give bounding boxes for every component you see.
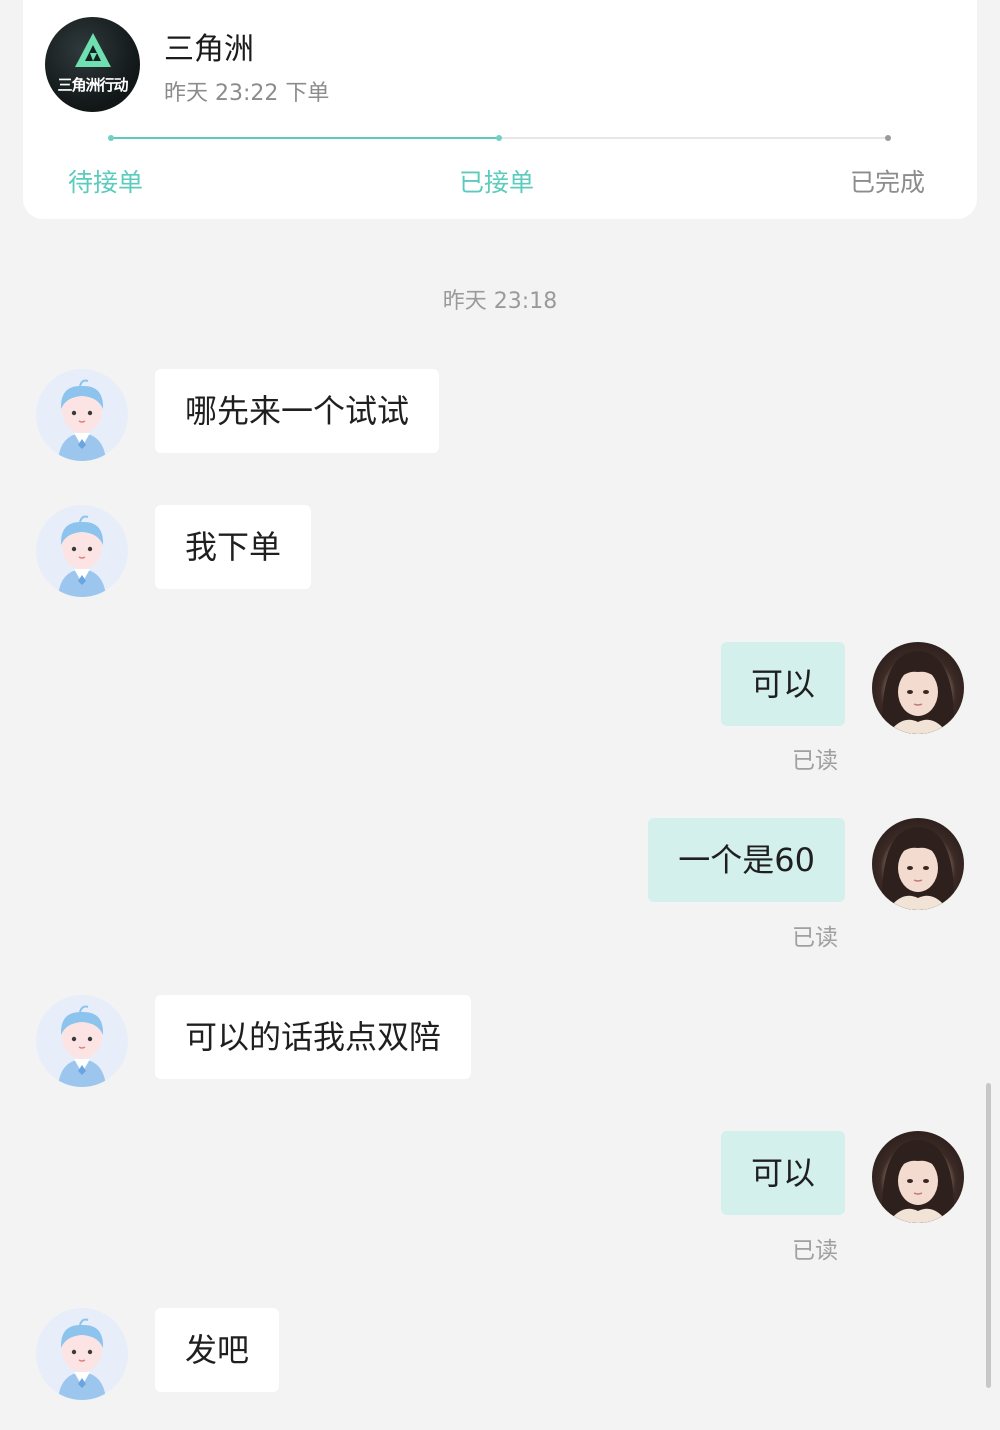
message-bubble-incoming[interactable]: 发吧 bbox=[155, 1308, 280, 1392]
step-pending: 待接单 bbox=[68, 168, 144, 197]
user-avatar-icon bbox=[58, 1318, 106, 1400]
message-bubble-outgoing[interactable]: 一个是60 bbox=[648, 818, 845, 902]
user-avatar[interactable] bbox=[36, 369, 128, 461]
message-bubble-incoming[interactable]: 哪先来一个试试 bbox=[155, 369, 440, 453]
user-avatar-icon bbox=[58, 379, 106, 461]
self-avatar[interactable] bbox=[872, 818, 964, 910]
user-avatar[interactable] bbox=[36, 995, 128, 1087]
profile-photo-icon bbox=[881, 1140, 955, 1223]
message-bubble-incoming[interactable]: 可以的话我点双陪 bbox=[155, 995, 472, 1079]
step-accepted: 已接单 bbox=[459, 168, 535, 197]
message-bubble-outgoing[interactable]: 可以 bbox=[720, 642, 845, 726]
user-avatar[interactable] bbox=[36, 505, 128, 597]
progress-dot-pending bbox=[108, 135, 114, 141]
progress-dot-completed bbox=[885, 135, 891, 141]
game-logo-icon: 三角洲行动 bbox=[45, 17, 140, 112]
read-receipt: 已读 bbox=[792, 1238, 838, 1264]
message-bubble-outgoing[interactable]: 可以 bbox=[720, 1131, 845, 1215]
order-progress-fill bbox=[111, 137, 500, 139]
game-name: 三角洲 bbox=[164, 32, 254, 67]
order-time: 昨天 23:22 下单 bbox=[164, 81, 330, 106]
user-avatar[interactable] bbox=[36, 1308, 128, 1400]
self-avatar[interactable] bbox=[872, 642, 964, 734]
read-receipt: 已读 bbox=[792, 925, 838, 951]
chat-scrollbar[interactable] bbox=[986, 1083, 991, 1388]
read-receipt: 已读 bbox=[792, 748, 838, 774]
chat-timestamp: 昨天 23:18 bbox=[442, 289, 558, 314]
progress-dot-accepted bbox=[496, 135, 502, 141]
logo-text: 三角洲行动 bbox=[57, 76, 128, 94]
user-avatar-icon bbox=[58, 515, 106, 597]
message-bubble-incoming[interactable]: 我下单 bbox=[155, 505, 312, 589]
self-avatar[interactable] bbox=[872, 1131, 964, 1223]
user-avatar-icon bbox=[58, 1005, 106, 1087]
order-progress-track bbox=[108, 135, 891, 141]
profile-photo-icon bbox=[881, 651, 955, 734]
profile-photo-icon bbox=[881, 827, 955, 910]
order-status-card[interactable]: 三角洲行动 三角洲 昨天 23:22 下单 待接单 已接单 已完成 bbox=[23, 0, 977, 219]
step-completed: 已完成 bbox=[850, 168, 926, 197]
